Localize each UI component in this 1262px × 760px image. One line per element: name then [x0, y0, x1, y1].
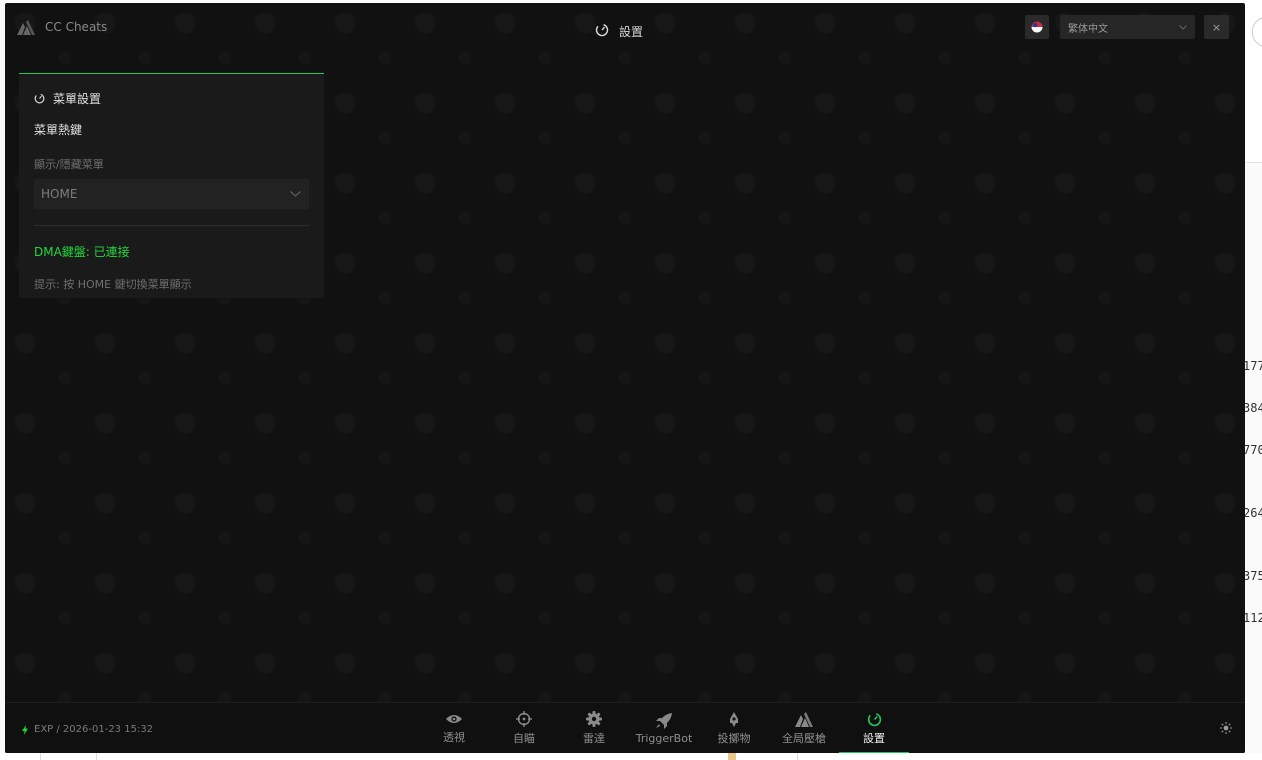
nav-item-grenades[interactable]: 投擲物: [699, 703, 769, 753]
logo-icon: [17, 20, 35, 35]
settings-dial-icon: [34, 93, 45, 104]
logo-icon: [795, 711, 813, 727]
language-select[interactable]: 繁体中文: [1060, 15, 1195, 39]
nav-item-triggerbot[interactable]: TriggerBot: [629, 703, 699, 753]
close-button[interactable]: ×: [1204, 15, 1229, 39]
background-toolbar: [1245, 60, 1262, 125]
nav-item-label: TriggerBot: [635, 731, 693, 745]
version-info: EXP / 2026-01-23 15:32: [22, 724, 153, 735]
background-number: 264: [1243, 506, 1262, 520]
hotkey-select[interactable]: HOME: [34, 179, 309, 209]
version-text: EXP / 2026-01-23 15:32: [34, 724, 154, 735]
divider: [34, 225, 309, 226]
grenade-icon: [730, 711, 738, 727]
chevron-down-icon: [1179, 24, 1187, 30]
nav-item-label: 投擲物: [717, 731, 751, 745]
window-header: CC Cheats 設置 繁体中文 ×: [5, 3, 1245, 53]
card-title: 菜單設置: [53, 92, 102, 106]
nav-item-label: 雷達: [583, 732, 605, 745]
bottom-nav: 透視 自瞄 雷達 TriggerBot 投擲物 全局壓槍 設置: [419, 703, 909, 753]
language-value: 繁体中文: [1068, 23, 1108, 35]
nav-item-aimbot[interactable]: 自瞄: [489, 703, 559, 753]
nav-item-label: 全局壓槍: [782, 731, 826, 745]
nav-item-label: 自瞄: [513, 732, 535, 745]
nav-item-radar[interactable]: 雷達: [559, 703, 629, 753]
hotkey-value: HOME: [41, 187, 78, 201]
hint-text: 提示: 按 HOME 鍵切換菜單顯示: [34, 278, 192, 291]
theme-toggle-icon[interactable]: [1220, 722, 1232, 734]
nav-item-esp[interactable]: 透視: [419, 703, 489, 753]
app-title: CC Cheats: [45, 20, 108, 34]
page-title-text: 設置: [619, 25, 644, 39]
nav-item-recoil[interactable]: 全局壓槍: [769, 703, 839, 753]
nav-item-settings[interactable]: 設置: [839, 703, 909, 753]
bolt-icon: [22, 724, 28, 735]
section-title: 菜單熱鍵: [34, 123, 83, 137]
cheat-menu-window: CC Cheats 設置 繁体中文 × 菜單設置 菜單熱鍵 顯示/隱藏菜單 HO…: [5, 3, 1245, 753]
flag-icon: [1031, 21, 1043, 33]
nav-item-label: 設置: [863, 731, 885, 745]
crosshair-icon: [516, 711, 532, 727]
background-number: 375: [1243, 569, 1262, 583]
rocket-icon: [656, 712, 672, 729]
background-number: 112: [1243, 611, 1262, 625]
background-bottom-strip: [0, 753, 1262, 760]
flag-button[interactable]: [1025, 15, 1049, 39]
hotkey-label: 顯示/隱藏菜單: [34, 158, 104, 171]
card-header: 菜單設置: [34, 90, 309, 107]
menu-settings-card: 菜單設置 菜單熱鍵 顯示/隱藏菜單 HOME DMA鍵盤: 已連接 提示: 按 …: [19, 73, 324, 298]
nav-item-label: 透視: [443, 731, 465, 744]
chevron-down-icon: [290, 191, 301, 197]
dma-status: DMA鍵盤: 已連接: [34, 245, 130, 259]
background-number: 177: [1243, 359, 1262, 373]
settings-dial-icon: [867, 712, 881, 726]
gear-icon: [586, 711, 602, 727]
settings-dial-icon: [595, 23, 609, 37]
background-number: 384: [1243, 401, 1262, 415]
background-subbar: [1245, 124, 1262, 163]
page-title: 設置: [595, 20, 643, 40]
eye-icon: [446, 715, 462, 723]
background-number: 770: [1243, 443, 1262, 457]
footer-bar: EXP / 2026-01-23 15:32 透視 自瞄 雷達 TriggerB…: [5, 702, 1245, 753]
